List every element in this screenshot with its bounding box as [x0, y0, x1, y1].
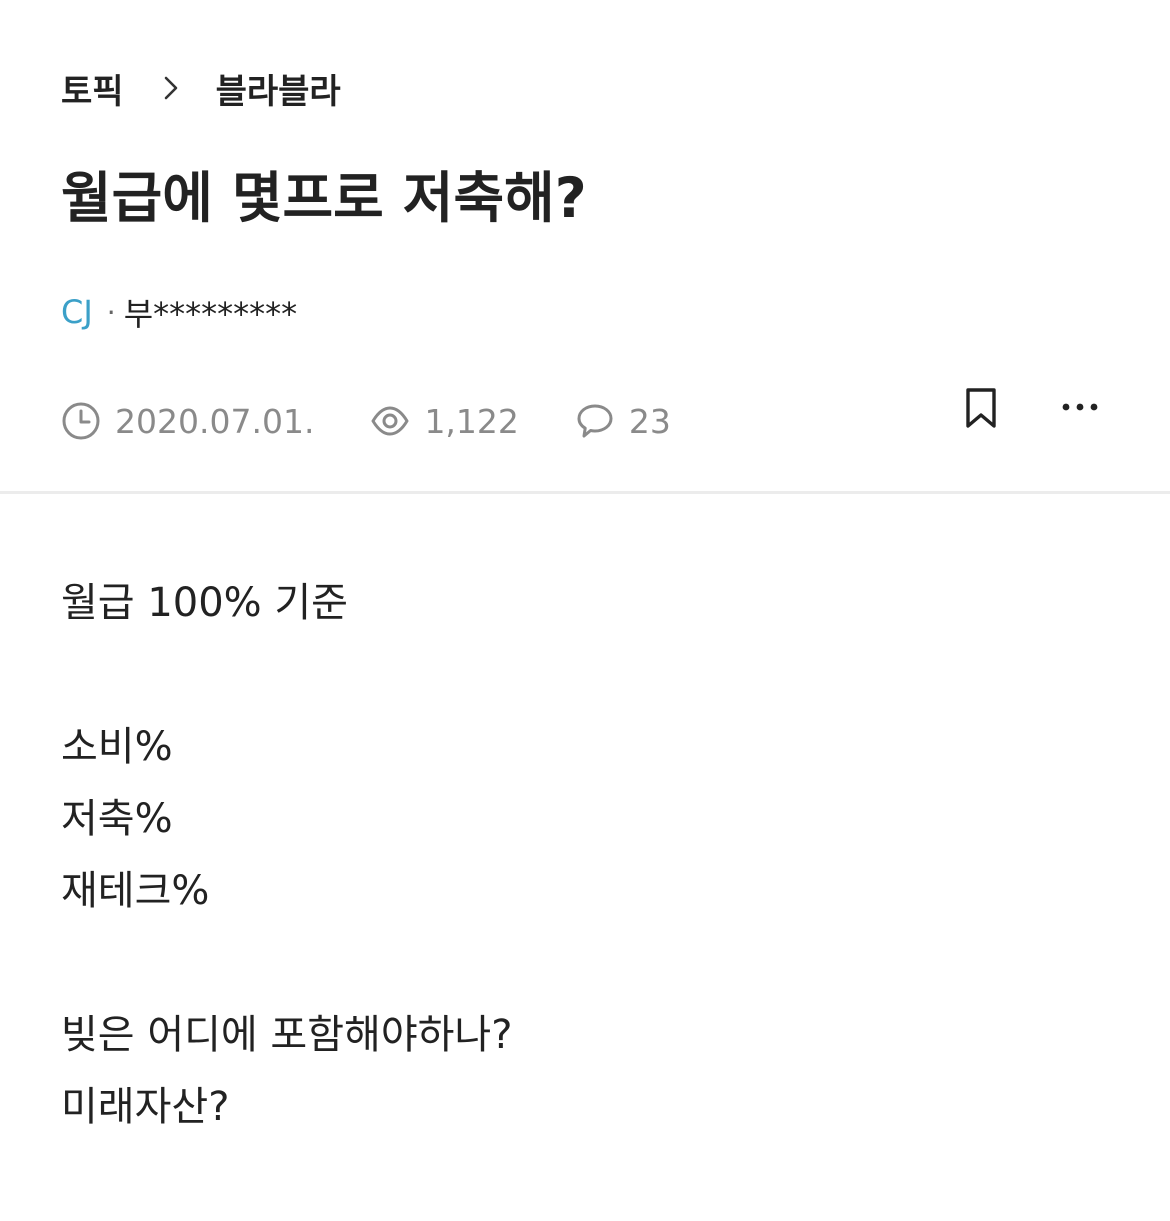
author-line: CJ · 부********* — [61, 290, 297, 334]
author-nickname: 부********* — [123, 295, 298, 333]
post-body-line: 저축% — [61, 796, 173, 842]
post-body-line: 재테크% — [61, 868, 210, 914]
breadcrumb-topic-link[interactable]: 토픽 — [61, 64, 124, 113]
speech-bubble-icon — [577, 404, 613, 438]
author-separator: · — [106, 295, 116, 329]
breadcrumb-board-link[interactable]: 블라블라 — [216, 64, 341, 113]
chevron-right-icon — [156, 73, 186, 103]
author-company[interactable]: CJ — [61, 293, 93, 331]
post-body-line — [61, 639, 1111, 711]
post-body-line: 미래자산? — [61, 1084, 230, 1130]
post-body-line: 월급 100% 기준 — [61, 580, 348, 626]
header-divider — [0, 491, 1170, 494]
post-body-line: 소비% — [61, 724, 173, 770]
post-body-line: 빚은 어디에 포함해야하나? — [61, 1012, 513, 1058]
post-date: 2020.07.01. — [61, 401, 314, 441]
more-options-button[interactable] — [1056, 385, 1104, 429]
post-title: 월급에 몇프로 저축해? — [61, 166, 587, 230]
post-body-line — [61, 927, 1111, 999]
post-views-count: 1,122 — [424, 401, 519, 441]
bookmark-button[interactable] — [958, 385, 1004, 431]
post-views: 1,122 — [370, 401, 519, 441]
post-comments[interactable]: 23 — [575, 401, 671, 441]
post-meta: 2020.07.01. 1,122 23 — [61, 396, 671, 446]
clock-icon — [62, 402, 100, 440]
breadcrumb: 토픽 블라블라 — [61, 64, 341, 112]
post-body: 월급 100% 기준 소비% 저축% 재테크% 빚은 어디에 포함해야하나? 미… — [61, 567, 1111, 1143]
eye-icon — [371, 406, 409, 436]
post-date-text: 2020.07.01. — [115, 401, 315, 441]
post-comments-count: 23 — [628, 401, 671, 441]
bookmark-icon — [966, 388, 996, 428]
more-dots-icon — [1062, 403, 1098, 411]
